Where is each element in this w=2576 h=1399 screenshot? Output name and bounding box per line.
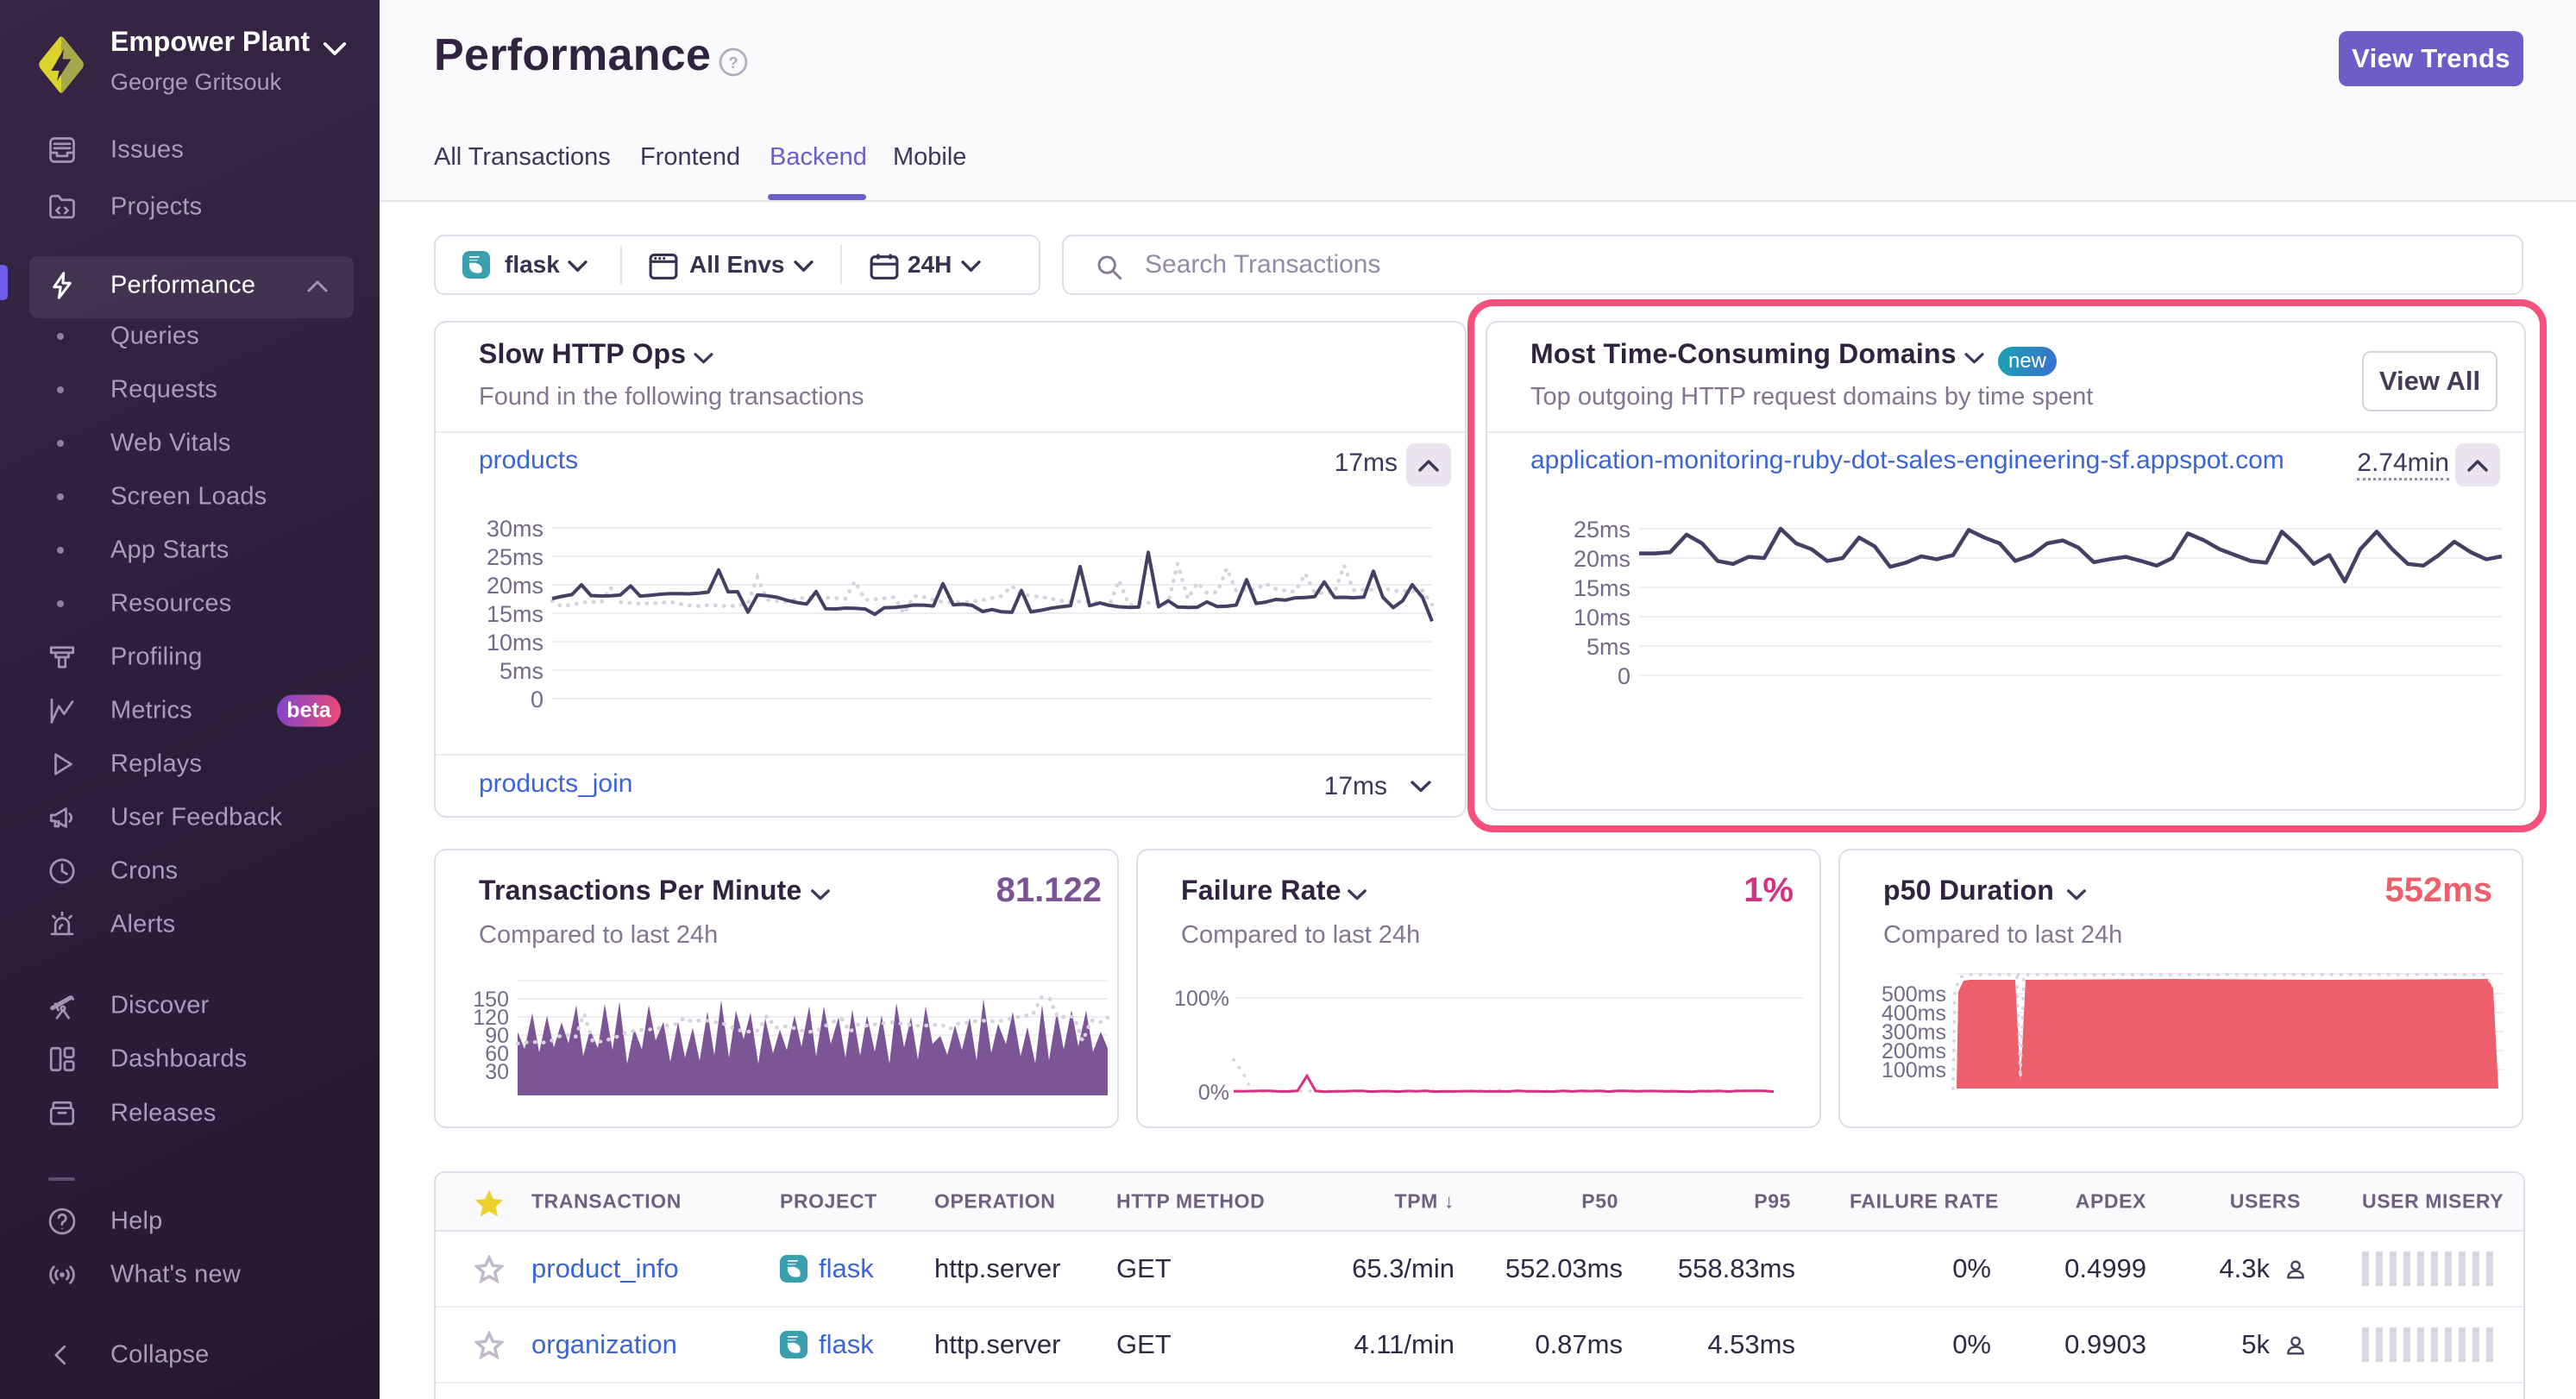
svg-text:?: ?	[729, 54, 738, 72]
